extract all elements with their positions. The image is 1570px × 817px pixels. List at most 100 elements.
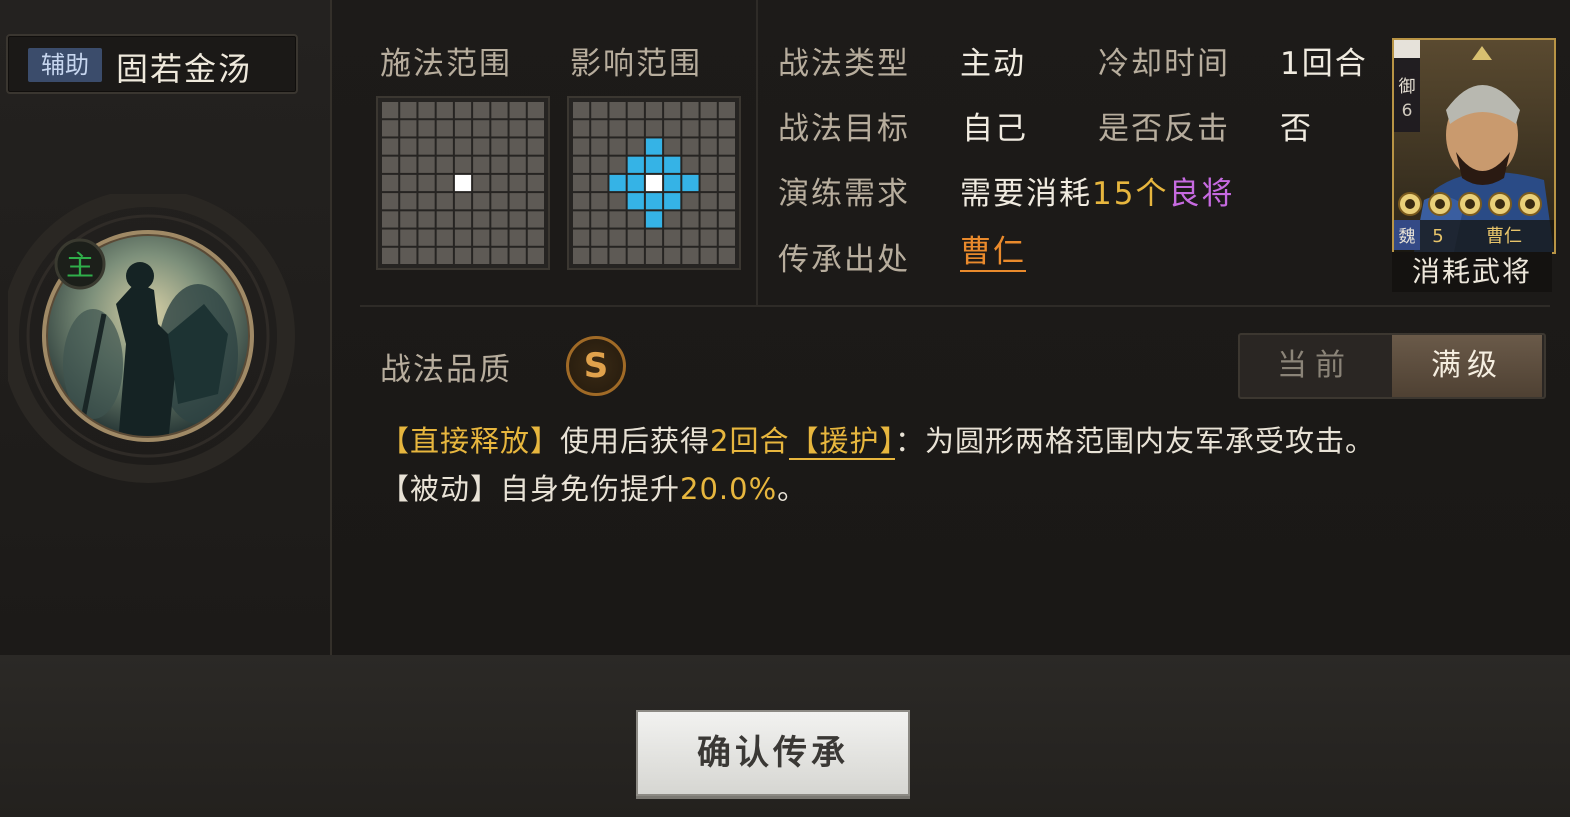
- cast-grid-cell: [454, 193, 472, 210]
- cast-range-label: 施法范围: [380, 46, 512, 82]
- effect-grid-cell: [627, 247, 644, 264]
- effect-grid-affected-cell: [645, 138, 663, 155]
- effect-grid-cell: [609, 193, 626, 210]
- effect-grid-cell: [573, 102, 590, 119]
- cast-grid-cell: [527, 156, 544, 173]
- skill-description-line-1: 【直接释放】使用后获得2回合【援护】：为圆形两格范围内友军承受攻击。: [380, 418, 1375, 460]
- cast-grid-cell: [382, 211, 399, 228]
- effect-grid-affected-cell: [627, 193, 644, 210]
- effect-grid-affected-cell: [627, 156, 644, 173]
- cast-grid-cell: [400, 156, 417, 173]
- star-icon: [1458, 192, 1482, 216]
- cast-grid-cell: [473, 102, 490, 119]
- cast-grid-cell: [436, 247, 453, 264]
- cast-grid-cell: [454, 229, 472, 246]
- effect-grid-cell: [664, 229, 681, 246]
- line2-text: 自身免伤提升: [500, 472, 681, 506]
- cast-grid-cell: [527, 229, 544, 246]
- cast-grid-cell: [382, 193, 399, 210]
- cast-grid-cell: [527, 138, 544, 155]
- effect-grid-cell: [700, 174, 717, 192]
- confirm-inherit-button[interactable]: 确认传承: [636, 710, 910, 796]
- cast-range-grid: [376, 96, 550, 270]
- cast-grid-cell: [382, 102, 399, 119]
- general-cost: 5: [1432, 226, 1443, 247]
- effect-grid-cell: [645, 247, 663, 264]
- current-level-tab[interactable]: 当前: [1240, 335, 1390, 397]
- general-name: 曹仁: [1486, 226, 1522, 247]
- cast-grid-cell: [382, 156, 399, 173]
- effect-grid-cell: [664, 120, 681, 137]
- effect-grid-cell: [609, 229, 626, 246]
- effect-grid-cell: [682, 156, 699, 173]
- training-prefix: 需要消耗: [960, 176, 1092, 212]
- effect-grid-center-cell: [645, 174, 663, 192]
- effect-grid-cell: [682, 247, 699, 264]
- cast-grid-cell: [400, 138, 417, 155]
- effect-grid-cell: [627, 229, 644, 246]
- effect-grid-cell: [700, 102, 717, 119]
- effect-grid-cell: [718, 102, 735, 119]
- quality-label: 战法品质: [380, 352, 512, 388]
- effect-grid-cell: [718, 211, 735, 228]
- effect-grid-cell: [664, 102, 681, 119]
- cast-grid-cell: [473, 211, 490, 228]
- effect-grid-cell: [591, 138, 608, 155]
- effect-grid-cell: [609, 156, 626, 173]
- cast-grid-cell: [527, 102, 544, 119]
- effect-grid-cell: [718, 247, 735, 264]
- skill-name-box: 辅助 固若金汤: [6, 34, 298, 94]
- cast-grid-cell: [436, 193, 453, 210]
- guard-status-link[interactable]: 【援护】: [789, 424, 895, 460]
- cooldown-value: 1回合: [1280, 46, 1368, 82]
- star-icon: [1488, 192, 1512, 216]
- cast-grid-cell: [491, 102, 508, 119]
- cast-grid-cell: [418, 120, 435, 137]
- vertical-divider: [756, 0, 758, 305]
- cast-grid-cell: [382, 138, 399, 155]
- effect-grid-cell: [718, 120, 735, 137]
- skill-name: 固若金汤: [116, 50, 253, 88]
- max-level-tab[interactable]: 满级: [1392, 335, 1542, 397]
- inherit-source-link[interactable]: 曹仁: [960, 234, 1026, 272]
- cast-grid-cell: [491, 120, 508, 137]
- effect-grid-affected-cell: [664, 156, 681, 173]
- general-portrait-card[interactable]: 御 6 魏 5 曹仁: [1392, 38, 1556, 254]
- effect-grid-cell: [682, 193, 699, 210]
- line1-text-b: ：为圆形两格范围内友军承受攻击。: [895, 424, 1376, 458]
- cast-grid-cell: [400, 247, 417, 264]
- cast-grid-cell: [527, 211, 544, 228]
- troop-type-char: 御: [1399, 77, 1416, 97]
- cast-grid-center-cell: [454, 174, 472, 192]
- effect-grid-cell: [664, 211, 681, 228]
- effect-grid-affected-cell: [664, 174, 681, 192]
- star-icon: [1398, 192, 1422, 216]
- effect-grid-cell: [591, 211, 608, 228]
- training-item: 良将: [1168, 176, 1235, 212]
- skill-summary-panel: 辅助 固若金汤 主: [0, 0, 332, 655]
- cast-grid-cell: [473, 156, 490, 173]
- cast-grid-cell: [509, 102, 526, 119]
- cast-grid-cell: [509, 211, 526, 228]
- cast-grid-cell: [509, 174, 526, 192]
- skill-description-line-2: 【被动】自身免伤提升20.0%。: [380, 466, 807, 508]
- effect-grid-affected-cell: [664, 193, 681, 210]
- inherit-source-label: 传承出处: [778, 242, 910, 278]
- effect-grid-cell: [718, 138, 735, 155]
- effect-grid-cell: [609, 120, 626, 137]
- effect-grid-cell: [682, 102, 699, 119]
- cast-grid-cell: [418, 211, 435, 228]
- effect-grid-affected-cell: [682, 174, 699, 192]
- effect-grid-cell: [609, 102, 626, 119]
- training-requirement: 需要消耗15个良将: [960, 168, 1234, 213]
- skill-emblem: 主: [8, 194, 295, 483]
- cast-grid-cell: [509, 193, 526, 210]
- effect-grid-cell: [627, 120, 644, 137]
- level-toggle: 当前 满级: [1238, 333, 1546, 399]
- cast-grid-cell: [527, 193, 544, 210]
- effect-grid-cell: [573, 247, 590, 264]
- cast-grid-cell: [454, 138, 472, 155]
- effect-grid-cell: [718, 229, 735, 246]
- cast-grid-cell: [436, 102, 453, 119]
- effect-grid-cell: [700, 229, 717, 246]
